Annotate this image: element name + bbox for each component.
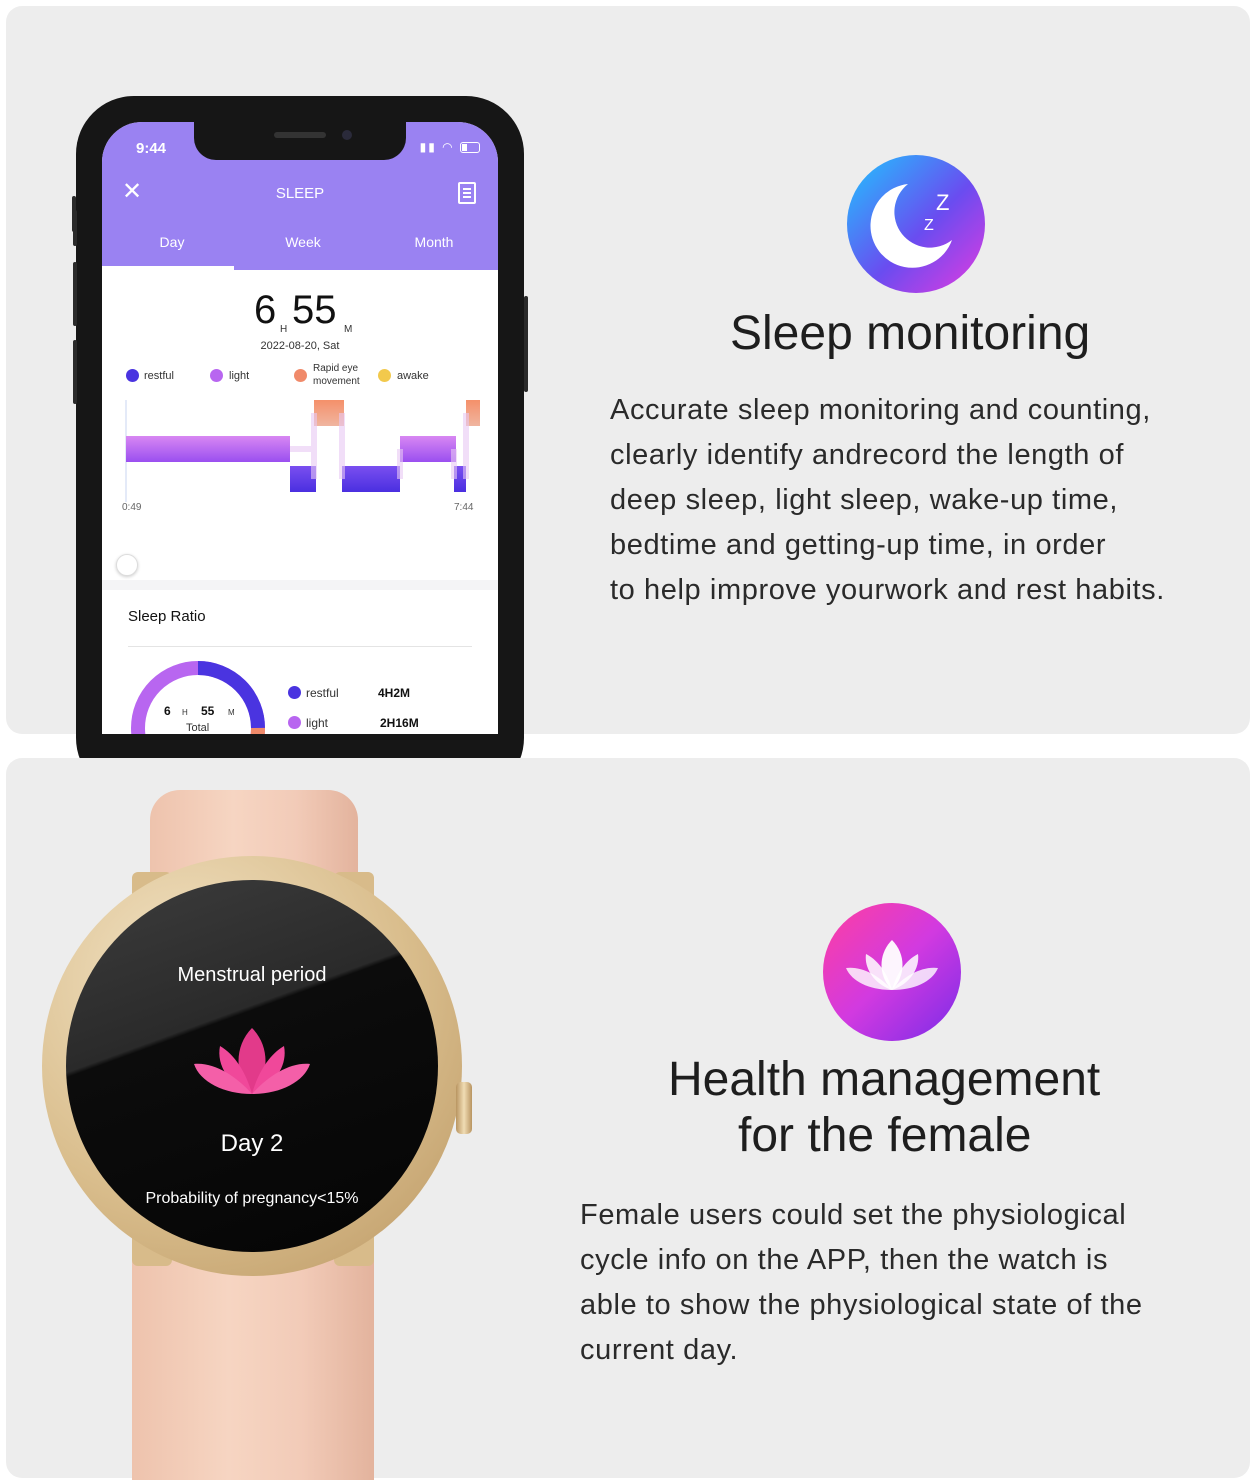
battery-icon [460, 142, 480, 154]
chart-end-time: 7:44 [454, 502, 474, 513]
donut-restful-arc [197, 661, 265, 729]
speaker-grille [274, 132, 326, 138]
ratio-label-light: light [306, 716, 329, 730]
phone-volume-up-button [73, 262, 77, 326]
female-heading-line2: for the female [738, 1109, 1032, 1162]
ring-h-unit: H [182, 708, 188, 717]
phone-power-button [524, 296, 528, 392]
phone-volume-down-button [73, 340, 77, 404]
ring-minutes: 55 [201, 704, 215, 718]
ring-hours: 6 [164, 704, 171, 718]
ring-m-unit: M [228, 708, 235, 717]
signal-icon: ▮▮ [419, 140, 437, 154]
sleep-summary-card: 6 H 55 M 2022-08-20, Sat restful light R… [102, 270, 498, 580]
donut-rem-arc [250, 727, 265, 734]
ratio-label-restful: restful [306, 686, 339, 700]
stage-light-1 [126, 436, 290, 462]
phone-notch [194, 122, 406, 160]
ratio-dot-restful [288, 686, 301, 699]
ring-total-label: Total [186, 722, 210, 734]
report-icon[interactable] [458, 182, 476, 204]
sleep-ratio-card: Sleep Ratio 6 H 55 M Total restful 4H2M … [102, 590, 498, 734]
sleep-ratio-title: Sleep Ratio [128, 608, 206, 625]
chart-start-time: 0:49 [122, 502, 142, 513]
ratio-dot-light [288, 716, 301, 729]
ratio-value-restful: 4H2M [378, 686, 411, 700]
watch-crown [456, 1082, 472, 1134]
camera-icon [342, 130, 352, 140]
status-icons: ▮▮ ◠ [420, 140, 480, 154]
watch-probability: Probability of pregnancy<15% [145, 1190, 359, 1207]
sleep-heading: Sleep monitoring [730, 307, 1091, 360]
tab-week[interactable]: Week [237, 234, 369, 250]
divider [128, 646, 472, 647]
sleep-description: Accurate sleep monitoring and counting, … [610, 394, 1165, 606]
stage-light-2 [400, 436, 456, 462]
ratio-value-light: 2H16M [380, 716, 419, 730]
tab-day[interactable]: Day [106, 234, 238, 250]
sleep-stage-chart [125, 400, 480, 502]
z-small: Z [924, 217, 934, 234]
wifi-icon: ◠ [442, 140, 455, 154]
moon-sleep-icon: Z Z [847, 155, 985, 293]
watch-day: Day 2 [220, 1130, 284, 1157]
lotus-icon [194, 1028, 310, 1094]
timeline-slider-knob[interactable] [116, 554, 138, 576]
app-title: SLEEP [275, 185, 325, 202]
z-large: Z [936, 190, 949, 215]
female-description: Female users could set the physiological… [580, 1199, 1143, 1366]
phone-screen: 9:44 ▮▮ ◠ ✕ SLEEP Day Week Month 6 H 55 … [102, 122, 498, 734]
lotus-icon [823, 903, 961, 1041]
phone-mute-button [73, 210, 77, 246]
female-heading-line1: Health management [668, 1053, 1101, 1106]
app-header: 9:44 ▮▮ ◠ ✕ SLEEP Day Week Month [102, 122, 498, 270]
stage-restful-2 [342, 466, 400, 492]
status-time: 9:44 [136, 140, 167, 157]
tab-month[interactable]: Month [368, 234, 498, 250]
watch-title: Menstrual period [177, 964, 327, 986]
